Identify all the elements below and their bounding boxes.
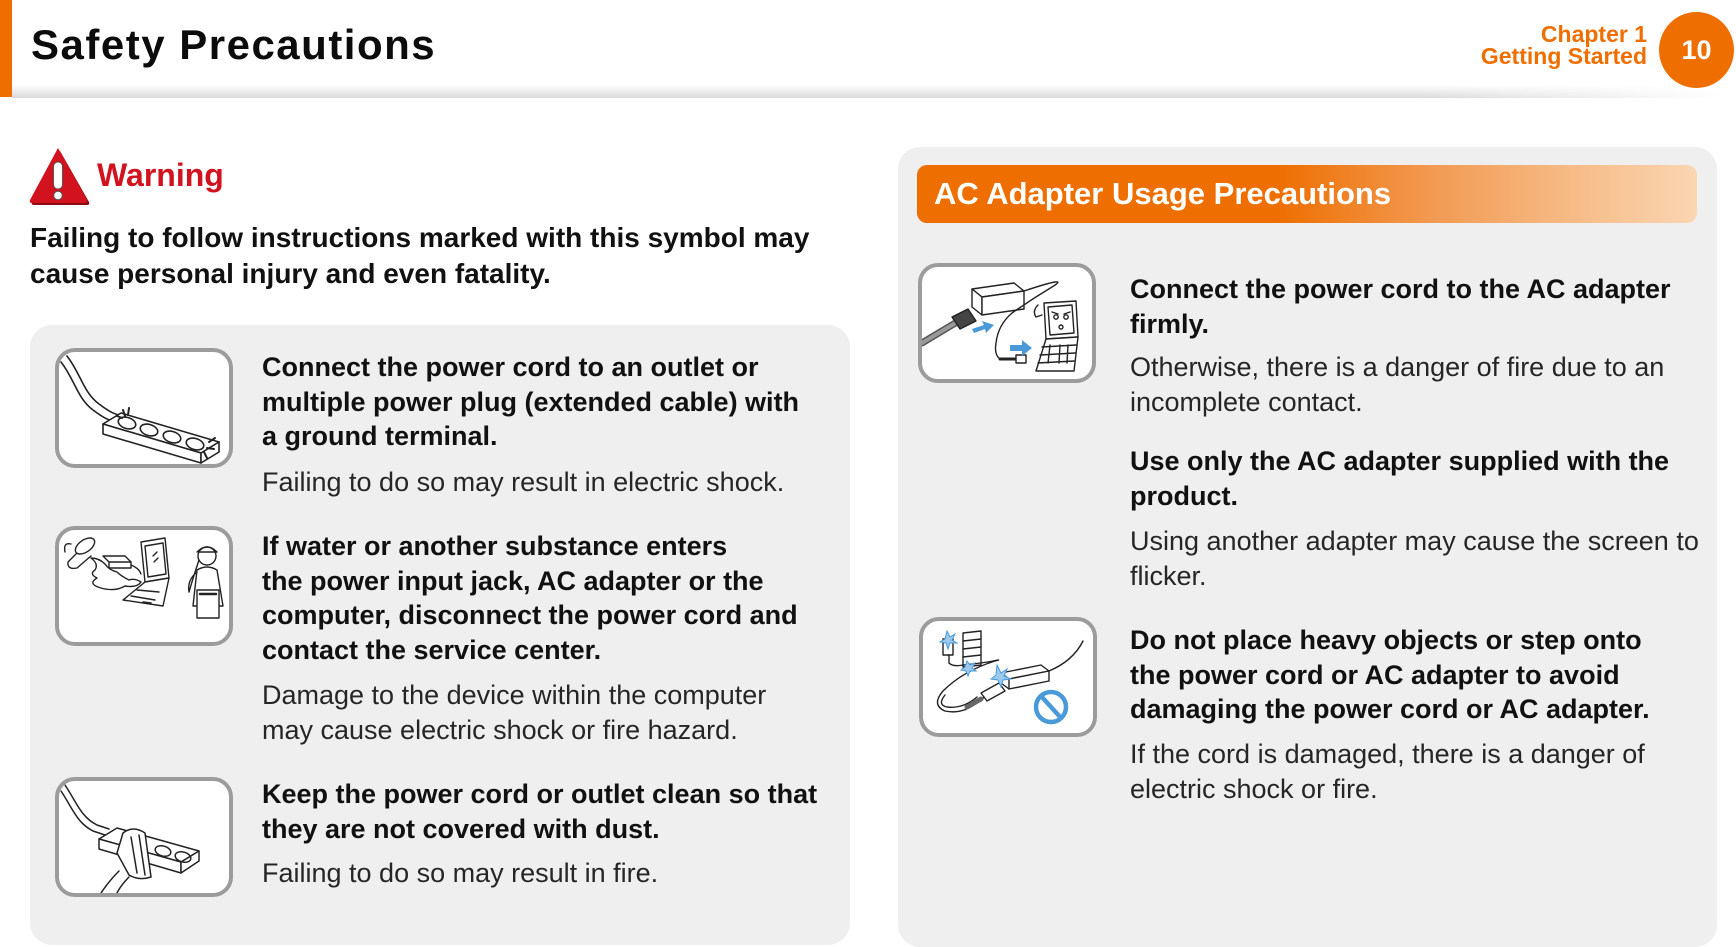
left-item-body: Failing to do so may result in fire.: [262, 856, 658, 891]
body-line: flicker.: [1130, 560, 1207, 591]
spilled-cup-icon: [63, 537, 96, 570]
heading-line: Keep the power cord or outlet clean so t…: [262, 779, 818, 809]
prohibition-icon: [1033, 689, 1069, 725]
header-accent-bar: [0, 0, 12, 97]
section-title: AC Adapter Usage Precautions: [934, 176, 1392, 211]
ac-item-heading: Connect the power cord to the AC adapter…: [1130, 272, 1671, 341]
laptop-icon: [122, 537, 170, 607]
service-technician-icon: [187, 546, 224, 619]
body-line: incomplete contact.: [1130, 386, 1363, 417]
heading-line: computer, disconnect the power cord and: [262, 600, 798, 630]
body-line: Failing to do so may result in electric …: [262, 467, 785, 497]
warning-intro-line: cause personal injury and even fatality.: [30, 258, 551, 289]
body-line: electric shock or fire.: [1130, 773, 1378, 804]
heading-line: product.: [1130, 480, 1238, 511]
clean-power-strip-illustration: [55, 777, 233, 897]
body-line: If the cord is damaged, there is a dange…: [1130, 739, 1645, 769]
left-item-heading: Connect the power cord to an outlet or m…: [262, 350, 799, 454]
left-item-heading: If water or another substance enters the…: [262, 529, 798, 667]
body-line: may cause electric shock or fire hazard.: [262, 714, 738, 745]
body-line: Failing to do so may result in fire.: [262, 858, 659, 888]
warning-intro-line: Failing to follow instructions marked wi…: [30, 222, 810, 253]
body-line: Damage to the device within the computer: [262, 680, 767, 710]
heading-line: multiple power plug (extended cable) wit…: [262, 386, 800, 417]
body-line: Using another adapter may cause the scre…: [1130, 526, 1699, 556]
heading-line: If water or another substance enters: [262, 531, 728, 561]
left-item-body: Damage to the device within the computer…: [262, 678, 766, 747]
no-heavy-objects-on-cord-illustration: [919, 617, 1097, 737]
adapter-connection-illustration: [918, 263, 1096, 383]
heading-line: the power input jack, AC adapter or the: [262, 565, 764, 596]
heading-line: Use only the AC adapter supplied with th…: [1130, 446, 1670, 476]
heading-line: damaging the power cord or AC adapter.: [1130, 694, 1650, 724]
warning-triangle-icon: [27, 146, 91, 206]
chapter-label: Chapter 1: [1540, 21, 1647, 47]
heading-line: a ground terminal.: [262, 421, 498, 451]
ac-adapter-icon: [1000, 664, 1050, 690]
ac-item-body: If the cord is damaged, there is a dange…: [1130, 737, 1645, 806]
ac-item-body: Otherwise, there is a danger of fire due…: [1130, 350, 1664, 419]
heading-line: they are not covered with dust.: [262, 813, 660, 844]
cabinet-icon: [962, 630, 982, 668]
page-number: 10: [1681, 34, 1712, 65]
warning-label: Warning: [97, 157, 224, 193]
chapter-title: Getting Started: [1480, 43, 1647, 69]
heading-line: the power cord or AC adapter to avoid: [1130, 659, 1620, 690]
ac-item-heading: Do not place heavy objects or step onto …: [1130, 623, 1650, 727]
page-number-badge: 10: [1659, 12, 1734, 88]
cord-line: [60, 361, 118, 423]
body-line: Otherwise, there is a danger of fire due…: [1130, 352, 1665, 382]
page-title: Safety Precautions: [31, 21, 437, 68]
heading-line: firmly.: [1130, 308, 1210, 339]
heading-line: Connect the power cord to an outlet or: [262, 352, 759, 382]
power-strip-ground-illustration: [55, 348, 233, 468]
heading-line: Connect the power cord to the AC adapter: [1130, 274, 1671, 304]
chapter-info: Chapter 1 Getting Started: [1480, 21, 1647, 69]
heading-line: contact the service center.: [262, 634, 602, 665]
ac-item-body: Using another adapter may cause the scre…: [1130, 524, 1699, 593]
header-divider: [12, 85, 1722, 98]
warning-intro: Failing to follow instructions marked wi…: [30, 220, 809, 292]
heading-line: Do not place heavy objects or step onto: [1130, 625, 1642, 655]
ac-item-heading: Use only the AC adapter supplied with th…: [1130, 444, 1669, 513]
ac-adapter-section-header: AC Adapter Usage Precautions: [917, 165, 1697, 223]
left-item-heading: Keep the power cord or outlet clean so t…: [262, 777, 817, 846]
left-item-body: Failing to do so may result in electric …: [262, 465, 784, 500]
blue-arrow-icon: [972, 321, 1032, 356]
liquid-spill-service-center-illustration: [55, 526, 233, 646]
cleaning-cloth-icon: [116, 828, 152, 880]
laptop-icon: [1035, 300, 1079, 372]
